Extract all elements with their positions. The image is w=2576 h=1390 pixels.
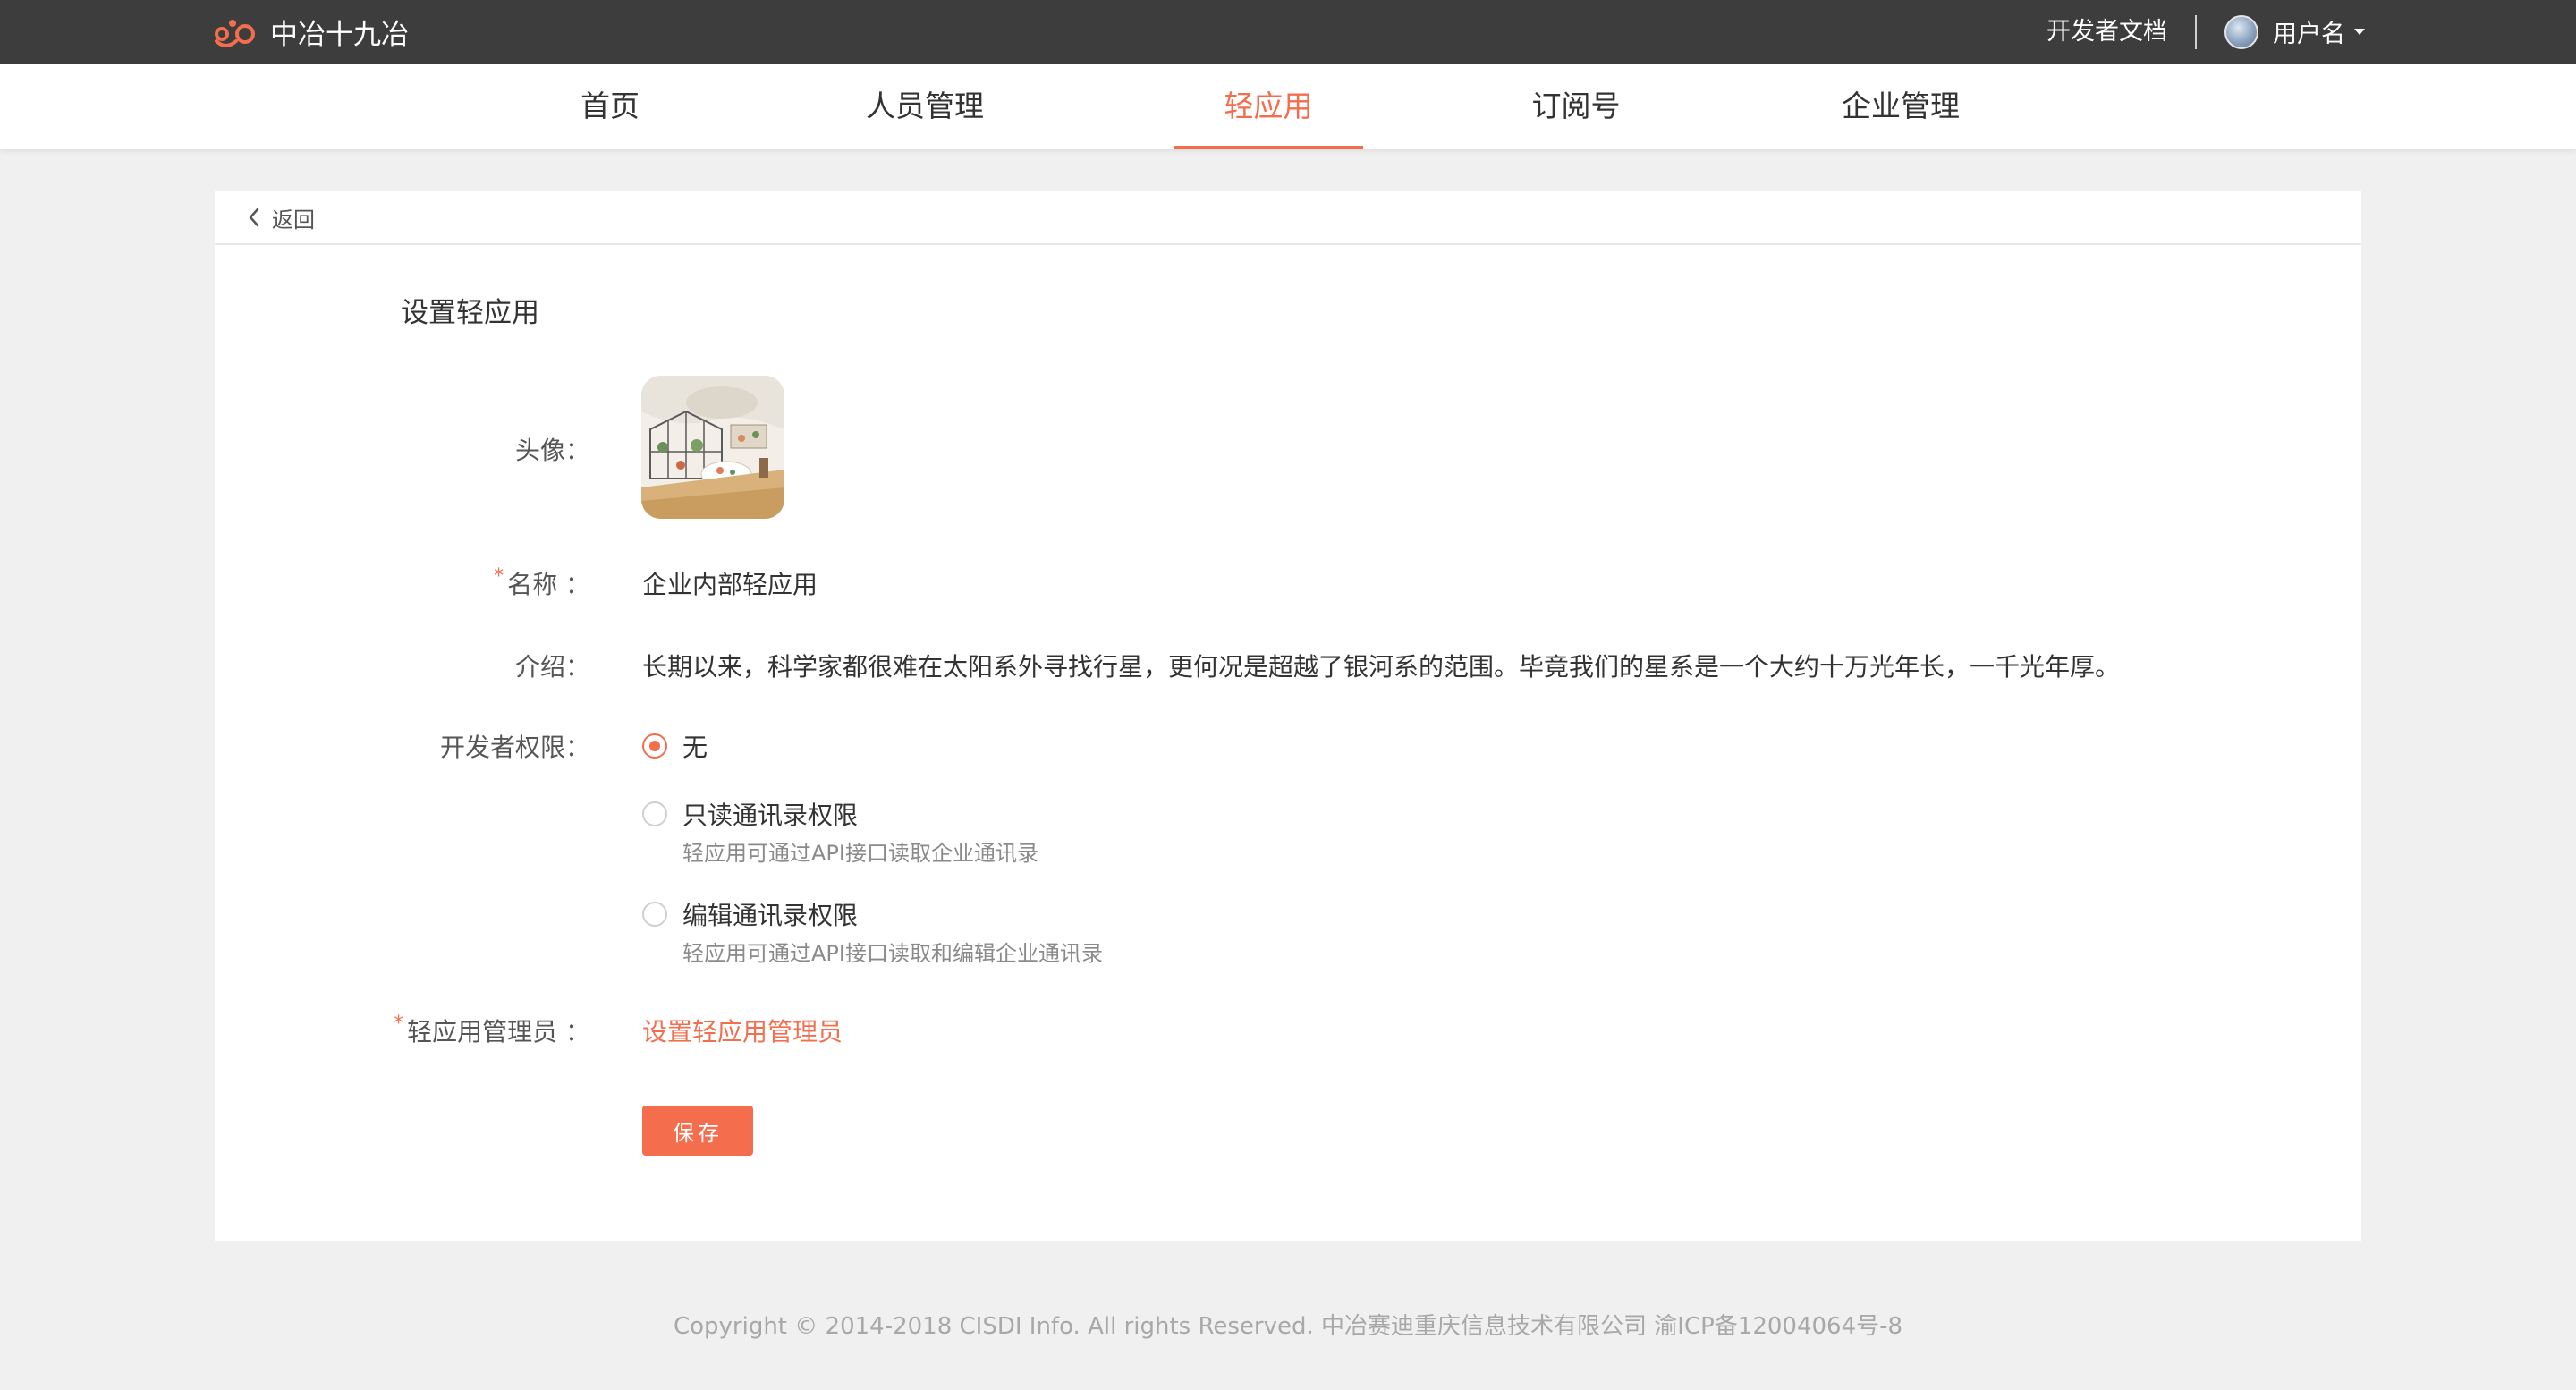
user-menu[interactable]: 用户名 [2224, 0, 2365, 64]
radio-unchecked[interactable] [642, 902, 667, 927]
app-avatar-illustration [641, 376, 784, 519]
required-mark: * [394, 1013, 404, 1035]
permission-option-label: 编辑通讯录权限 [682, 901, 859, 930]
radio-unchecked[interactable] [642, 801, 667, 826]
nav-item-subscription[interactable]: 订阅号 [1513, 64, 1639, 149]
permission-label: 开发者权限： [439, 733, 590, 762]
nav-item-enterprise[interactable]: 企业管理 [1825, 64, 1977, 149]
required-mark: * [494, 565, 504, 588]
header-divider [2195, 15, 2197, 49]
back-link[interactable]: 返回 [247, 191, 315, 243]
permission-option-hint: 轻应用可通过API接口读取企业通讯录 [682, 841, 1038, 866]
chevron-down-icon [2354, 29, 2365, 35]
brand[interactable]: 中冶十九冶 [213, 0, 409, 64]
top-bar: 中冶十九冶 开发者文档 用户名 [0, 0, 2576, 64]
user-name: 用户名 [2273, 21, 2345, 48]
name-label-text: 名称 ： [507, 570, 590, 599]
permission-option-edit[interactable]: 编辑通讯录权限 [642, 896, 858, 932]
footer-copyright: Copyright © 2014-2018 CISDI Info. All ri… [673, 1313, 1903, 1340]
back-label: 返回 [272, 207, 315, 233]
intro-value: 长期以来，科学家都很难在太阳系外寻找行星，更何况是超越了银河系的范围。毕竟我们的… [642, 652, 2121, 682]
admin-label: * 轻应用管理员 ： [215, 1013, 590, 1048]
set-admin-link[interactable]: 设置轻应用管理员 [642, 1013, 843, 1048]
permission-option-label: 只读通讯录权限 [682, 801, 859, 830]
permission-option-readonly[interactable]: 只读通讯录权限 [642, 796, 858, 832]
app-avatar-image[interactable] [641, 376, 784, 519]
nav-item-light-app[interactable]: 轻应用 [1174, 64, 1363, 149]
save-button[interactable]: 保存 [642, 1106, 753, 1156]
nav-item-home[interactable]: 首页 [558, 64, 662, 149]
name-value: 企业内部轻应用 [642, 570, 818, 599]
permission-option-hint: 轻应用可通过API接口读取和编辑企业通讯录 [682, 941, 1103, 966]
main-nav: 首页 人员管理 轻应用 订阅号 企业管理 [0, 64, 2576, 149]
chevron-left-icon [249, 208, 259, 227]
brand-name: 中冶十九冶 [270, 19, 409, 51]
intro-label: 介绍： [514, 652, 590, 682]
admin-label-text: 轻应用管理员 ： [407, 1017, 590, 1047]
card-divider [215, 243, 2361, 245]
settings-card: 返回 设置轻应用 头像： * 名称 ： 企业内部轻应用 介绍： 长期以来，科学家… [215, 191, 2361, 1241]
permission-option-label: 无 [682, 733, 708, 762]
developer-docs-link[interactable]: 开发者文档 [2046, 0, 2167, 64]
avatar-label: 头像： [514, 436, 590, 465]
brand-logo-icon [215, 19, 255, 47]
user-avatar [2224, 14, 2258, 49]
permission-option-none[interactable]: 无 [642, 728, 708, 764]
name-label: * 名称 ： [215, 565, 590, 601]
page-title: 设置轻应用 [401, 297, 539, 329]
radio-checked[interactable] [642, 733, 667, 759]
nav-item-people[interactable]: 人员管理 [850, 64, 1000, 149]
